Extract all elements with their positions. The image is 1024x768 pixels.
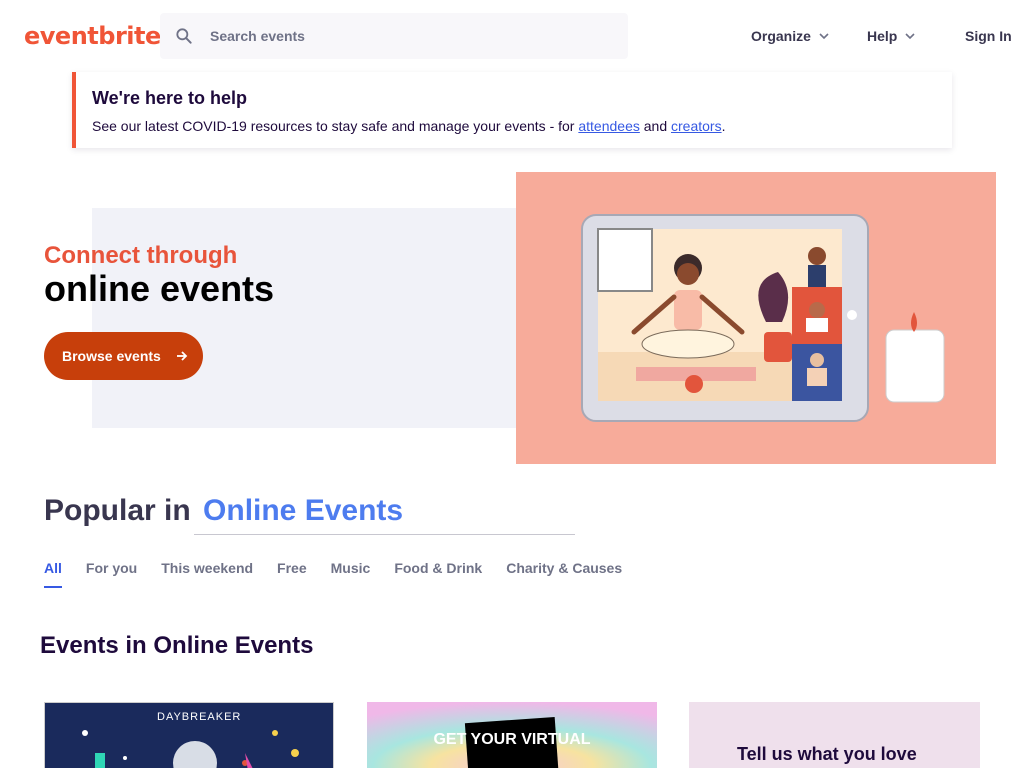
event-image: GET YOUR VIRTUAL [367, 702, 657, 768]
nav-organize-label: Organize [751, 28, 811, 44]
arrow-right-icon [176, 351, 188, 361]
tab-food-drink[interactable]: Food & Drink [394, 560, 482, 588]
event-card[interactable]: DAYBREAKER [44, 702, 334, 768]
covid-banner: We're here to help See our latest COVID-… [72, 72, 952, 148]
tab-all[interactable]: All [44, 560, 62, 588]
chevron-down-icon [905, 33, 915, 40]
popular-prefix: Popular in [44, 494, 191, 527]
daybreaker-label: DAYBREAKER [157, 711, 241, 723]
attendees-link[interactable]: attendees [578, 118, 640, 134]
banner-text-suffix: . [721, 118, 726, 134]
nav-organize[interactable]: Organize [751, 28, 831, 44]
tab-free[interactable]: Free [277, 560, 307, 588]
nav-help[interactable]: Help [867, 28, 917, 44]
category-tabs: All For you This weekend Free Music Food… [44, 560, 622, 588]
banner-text: See our latest COVID-19 resources to sta… [92, 118, 725, 134]
event-image: DAYBREAKER [45, 703, 333, 768]
search-input[interactable] [210, 13, 610, 59]
location-underline [194, 534, 575, 535]
nav-help-label: Help [867, 28, 898, 44]
location-selector[interactable]: Online Events [203, 494, 403, 527]
tab-music[interactable]: Music [331, 560, 371, 588]
event-card[interactable]: GET YOUR VIRTUAL [367, 702, 657, 768]
events-section-title: Events in Online Events [40, 632, 314, 659]
hero-illustration [516, 172, 996, 464]
browse-events-button[interactable]: Browse events [44, 332, 203, 380]
preferences-title: Tell us what you love [737, 744, 917, 764]
tab-charity-causes[interactable]: Charity & Causes [506, 560, 622, 588]
creators-link[interactable]: creators [671, 118, 722, 134]
banner-text-and: and [639, 118, 671, 134]
search-icon [176, 28, 192, 44]
sign-in-link[interactable]: Sign In [965, 28, 1012, 44]
eventbrite-logo[interactable]: eventbrite [24, 22, 161, 50]
preferences-card[interactable]: Tell us what you love [689, 702, 980, 768]
hero-background [92, 208, 522, 428]
banner-text-prefix: See our latest COVID-19 resources to sta… [92, 118, 579, 134]
chevron-down-icon [819, 33, 829, 40]
site-header: eventbrite Organize Help Sign In [0, 0, 1024, 72]
banner-title: We're here to help [92, 88, 247, 108]
search-bar[interactable] [160, 13, 628, 59]
online-yoga-illustration [581, 214, 945, 422]
popular-heading: Popular in Online Events [44, 494, 403, 528]
hero-title: online events [44, 268, 275, 309]
tab-this-weekend[interactable]: This weekend [161, 560, 253, 588]
card2-text: GET YOUR VIRTUAL [433, 731, 590, 748]
tab-for-you[interactable]: For you [86, 560, 137, 588]
hero-subtitle: Connect through [44, 242, 238, 269]
browse-events-label: Browse events [62, 348, 161, 364]
